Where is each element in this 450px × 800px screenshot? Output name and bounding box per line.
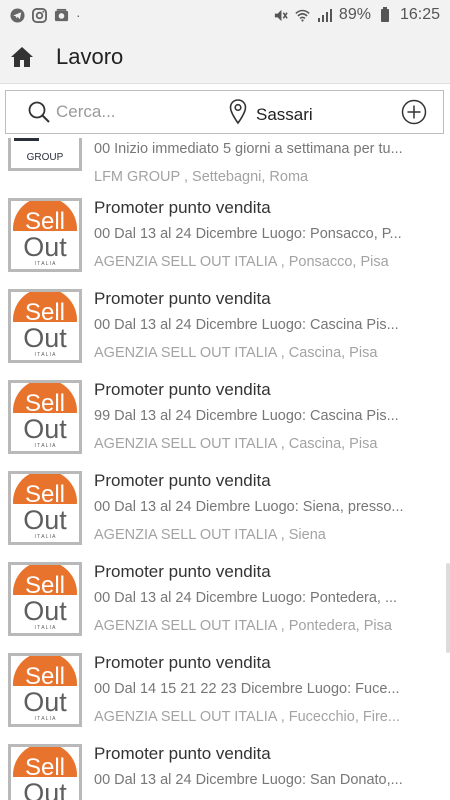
svg-text:Out: Out (23, 232, 67, 262)
job-title: Promoter punto vendita (94, 289, 271, 308)
svg-text:Out: Out (23, 778, 67, 800)
job-description: 00 Inizio immediato 5 giorni a settimana… (94, 141, 403, 157)
app-bar: Lavoro (0, 30, 450, 84)
svg-text:Out: Out (23, 596, 67, 626)
job-list-item[interactable]: SellOutI T A L I A Promoter punto vendit… (0, 380, 450, 471)
wifi-icon (295, 8, 310, 23)
job-description: 00 Dal 13 al 24 Dicembre Luogo: Ponteder… (94, 590, 398, 606)
search-icon[interactable] (26, 99, 52, 125)
svg-text:I T A L I A: I T A L I A (34, 443, 56, 449)
svg-text:Out: Out (23, 505, 67, 535)
home-button[interactable] (0, 30, 44, 84)
job-description: 00 Dal 13 al 24 Diembre Luogo: Siena, pr… (94, 499, 404, 515)
add-button[interactable] (401, 99, 427, 125)
company-logo-sellout: SellOutI T A L I A (8, 380, 82, 454)
svg-text:Out: Out (23, 414, 67, 444)
instagram-icon (32, 7, 47, 23)
job-list: GROUP 00 Inizio immediato 5 giorni a set… (0, 138, 450, 800)
signal-icon (317, 8, 332, 23)
job-company-location: AGENZIA SELL OUT ITALIA , Cascina, Pisa (94, 436, 378, 452)
job-list-item[interactable]: SellOutI T A L I A Promoter punto vendit… (0, 562, 450, 653)
job-company-location: AGENZIA SELL OUT ITALIA , Cascina, Pisa (94, 345, 378, 361)
job-company-location: LFM GROUP , Settebagni, Roma (94, 169, 309, 185)
battery-percentage: 89% (338, 6, 371, 23)
search-input[interactable] (56, 102, 176, 122)
company-logo-sellout: SellOutI T A L I A (8, 744, 82, 800)
telegram-icon (10, 7, 25, 23)
job-title: Promoter punto vendita (94, 562, 271, 581)
job-description: 00 Dal 13 al 24 Dicembre Luogo: Cascina … (94, 317, 399, 333)
home-icon (11, 46, 33, 67)
company-logo-sellout: SellOutI T A L I A (8, 289, 82, 363)
svg-text:Sell: Sell (25, 390, 65, 417)
job-list-item[interactable]: SellOutI T A L I A Promoter punto vendit… (0, 471, 450, 562)
gallery-icon (54, 8, 69, 23)
mute-icon (273, 8, 288, 23)
svg-text:Sell: Sell (25, 663, 65, 690)
svg-text:Out: Out (23, 687, 67, 717)
company-logo-sellout: SellOutI T A L I A (8, 653, 82, 727)
svg-text:GROUP: GROUP (27, 152, 64, 163)
svg-text:Sell: Sell (25, 299, 65, 326)
job-title: Promoter punto vendita (94, 744, 271, 763)
company-logo-sellout: SellOutI T A L I A (8, 198, 82, 272)
job-company-location: AGENZIA SELL OUT ITALIA , Siena (94, 527, 326, 543)
location-pin-icon[interactable] (228, 99, 248, 125)
job-list-item[interactable]: SellOutI T A L I A Promoter punto vendit… (0, 289, 450, 380)
job-title: Promoter punto vendita (94, 198, 271, 217)
svg-text:Sell: Sell (25, 208, 65, 235)
job-company-location: AGENZIA SELL OUT ITALIA , Ponsacco, Pisa (94, 254, 389, 270)
job-description: 99 Dal 13 al 24 Dicembre Luogo: Cascina … (94, 408, 399, 424)
job-title: Promoter punto vendita (94, 653, 271, 672)
job-company-location: AGENZIA SELL OUT ITALIA , Fucecchio, Fir… (94, 709, 400, 725)
svg-text:Sell: Sell (25, 572, 65, 599)
job-list-item[interactable]: SellOutI T A L I A Promoter punto vendit… (0, 198, 450, 289)
company-logo-sellout: SellOutI T A L I A (8, 471, 82, 545)
status-bar: · 89% 16:25 (0, 0, 450, 30)
add-circle-icon (401, 99, 427, 125)
page-title: Lavoro (56, 43, 124, 69)
job-company-location: AGENZIA SELL OUT ITALIA , Pontedera, Pis… (94, 618, 392, 634)
company-logo-lfm: GROUP (8, 138, 82, 171)
svg-text:I T A L I A: I T A L I A (34, 534, 56, 540)
clock: 16:25 (399, 6, 440, 23)
svg-text:I T A L I A: I T A L I A (34, 716, 56, 722)
company-logo-sellout: SellOutI T A L I A (8, 562, 82, 636)
svg-text:I T A L I A: I T A L I A (34, 261, 56, 267)
svg-text:Sell: Sell (25, 754, 65, 781)
svg-text:I T A L I A: I T A L I A (34, 352, 56, 358)
job-description: 00 Dal 14 15 21 22 23 Dicembre Luogo: Fu… (94, 681, 400, 697)
svg-text:Sell: Sell (25, 481, 65, 508)
job-description: 00 Dal 13 al 24 Dicembre Luogo: Ponsacco… (94, 226, 402, 242)
svg-text:I T A L I A: I T A L I A (34, 625, 56, 631)
scrollbar[interactable] (446, 563, 450, 653)
location-field[interactable]: Sassari (256, 105, 313, 125)
job-title: Promoter punto vendita (94, 471, 271, 490)
notification-dot: · (76, 7, 81, 23)
svg-text:Out: Out (23, 323, 67, 353)
job-list-item[interactable]: SellOutI T A L I A Promoter punto vendit… (0, 744, 450, 800)
job-list-item[interactable]: GROUP 00 Inizio immediato 5 giorni a set… (0, 138, 450, 188)
search-bar: Sassari (5, 90, 444, 134)
job-description: 00 Dal 13 al 24 Dicembre Luogo: San Dona… (94, 772, 403, 788)
job-title: Promoter punto vendita (94, 380, 271, 399)
job-list-item[interactable]: SellOutI T A L I A Promoter punto vendit… (0, 653, 450, 744)
battery-icon (378, 7, 393, 23)
